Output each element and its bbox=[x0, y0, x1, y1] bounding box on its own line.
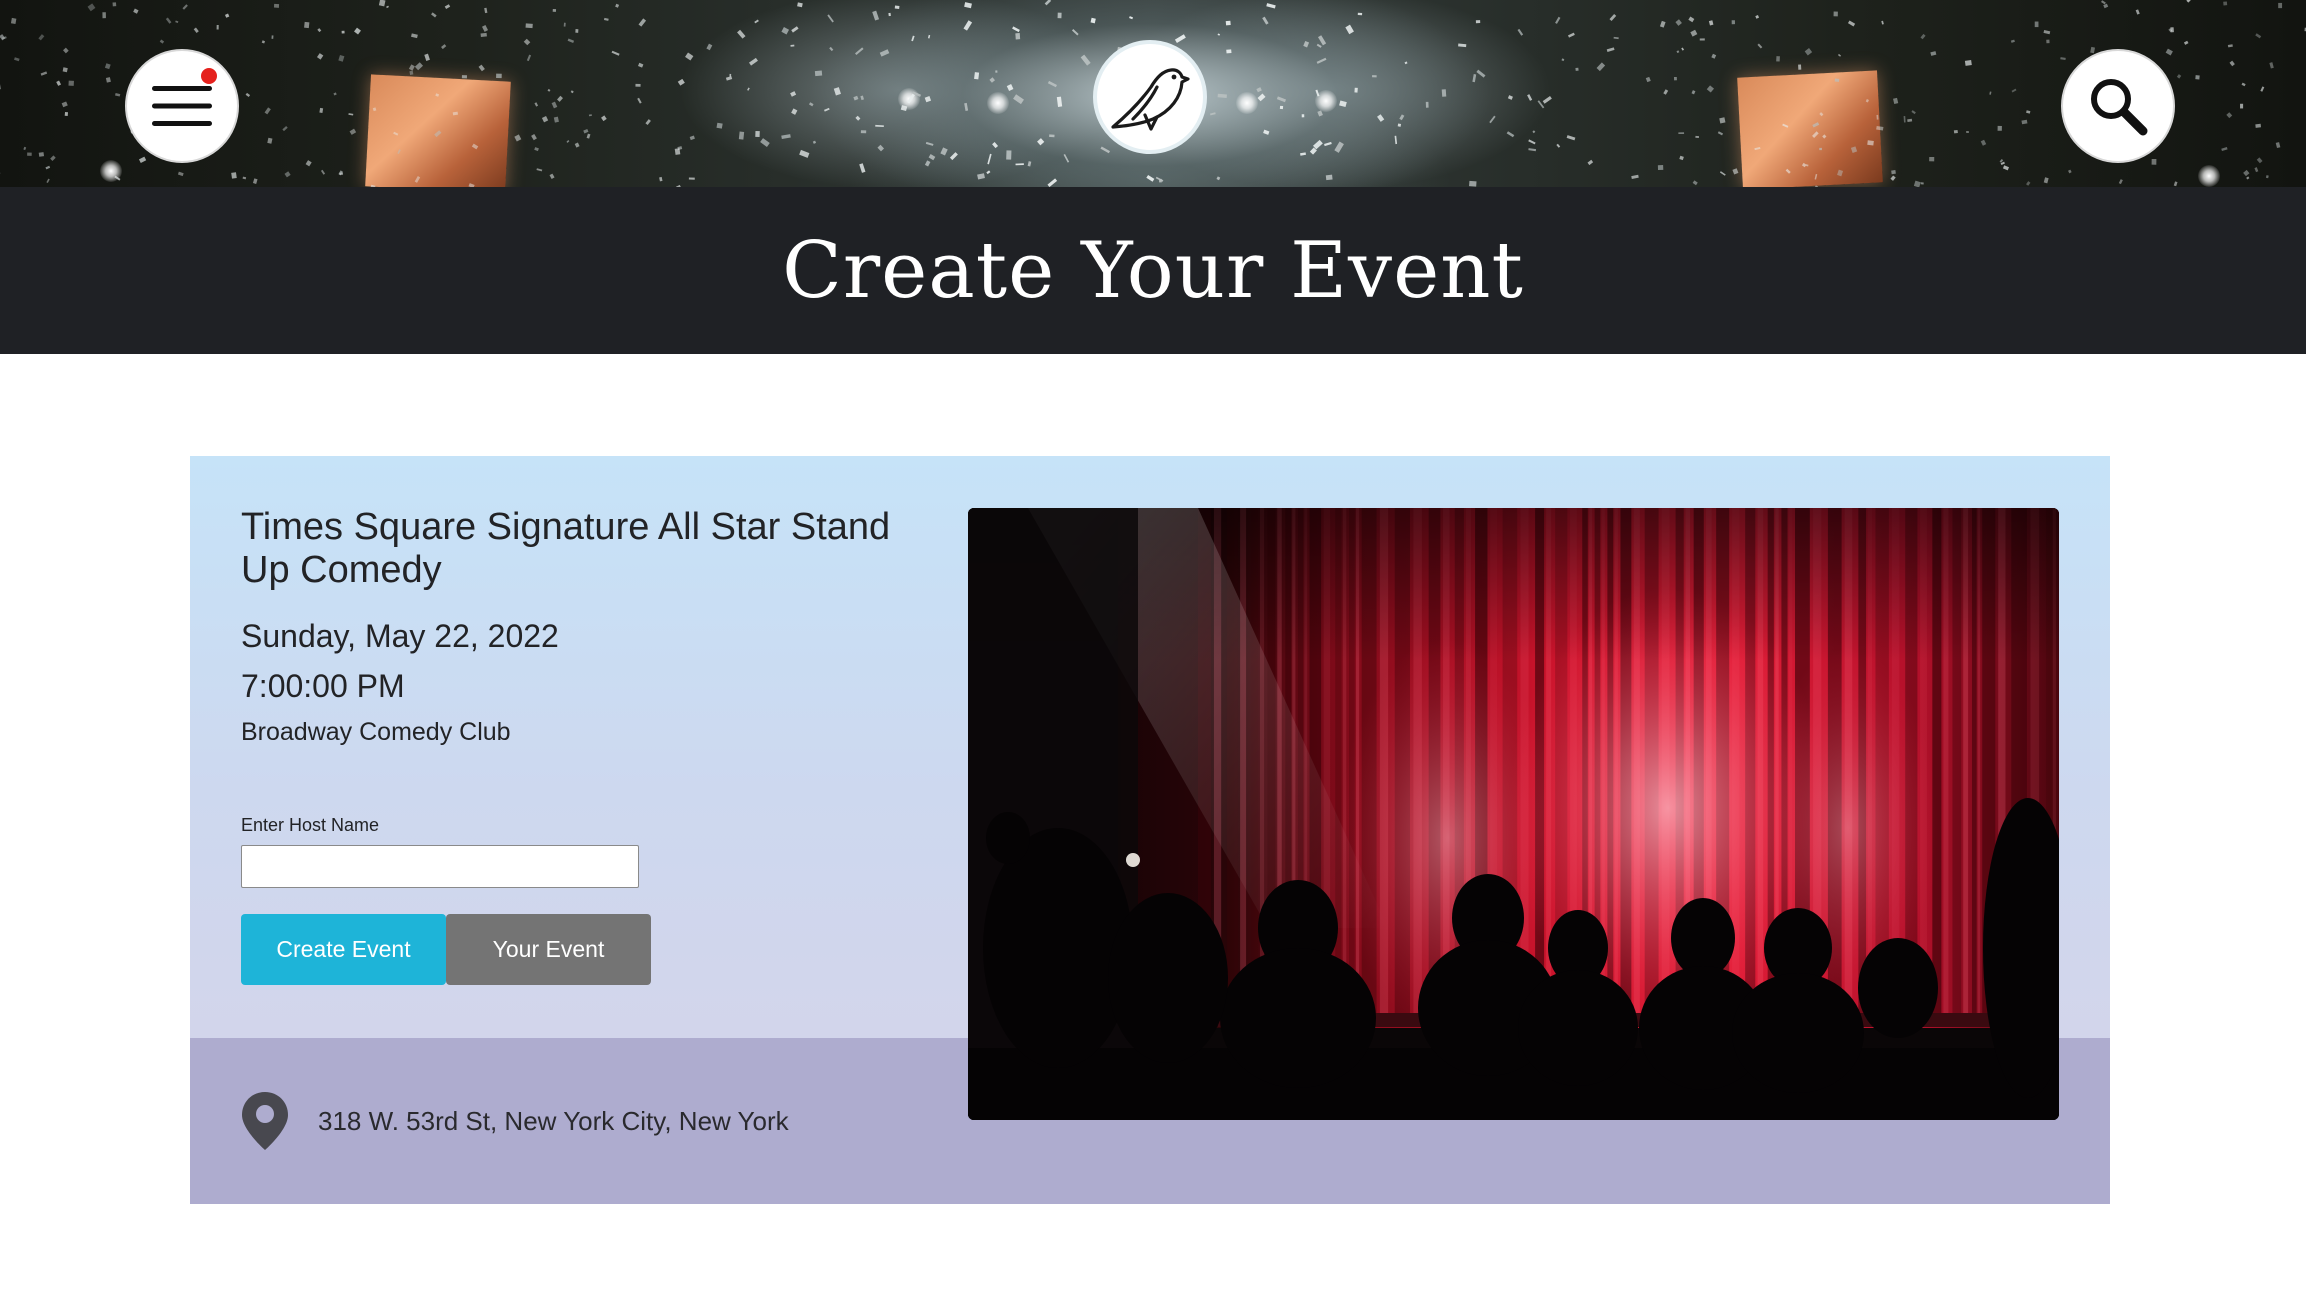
theater-red-curtain-photo bbox=[968, 508, 2059, 1120]
event-title: Times Square Signature All Star Stand Up… bbox=[241, 506, 891, 591]
event-venue: Broadway Comedy Club bbox=[241, 718, 511, 746]
create-event-button[interactable]: Create Event bbox=[241, 914, 446, 985]
event-time: 7:00:00 PM bbox=[241, 668, 405, 704]
magnifier-search-icon bbox=[2091, 79, 2148, 136]
your-event-button[interactable]: Your Event bbox=[446, 914, 651, 985]
menu-button[interactable] bbox=[125, 49, 239, 163]
host-name-label: Enter Host Name bbox=[241, 815, 380, 835]
search-button[interactable] bbox=[2061, 49, 2175, 163]
event-image bbox=[968, 508, 2059, 1120]
header-banner bbox=[0, 0, 2306, 187]
host-name-input[interactable] bbox=[241, 845, 639, 888]
page-title: Create Your Event bbox=[782, 225, 1524, 316]
map-pin-icon bbox=[242, 1092, 288, 1150]
bird-logo[interactable] bbox=[1093, 40, 1207, 154]
event-card: Times Square Signature All Star Stand Up… bbox=[190, 456, 2110, 1204]
event-address: 318 W. 53rd St, New York City, New York bbox=[318, 1106, 789, 1136]
event-date: Sunday, May 22, 2022 bbox=[241, 618, 559, 654]
notification-dot bbox=[201, 68, 217, 84]
hamburger-menu-icon bbox=[152, 86, 212, 126]
page-title-bar: Create Your Event bbox=[0, 187, 2306, 354]
bird-logo-icon bbox=[1111, 68, 1190, 131]
